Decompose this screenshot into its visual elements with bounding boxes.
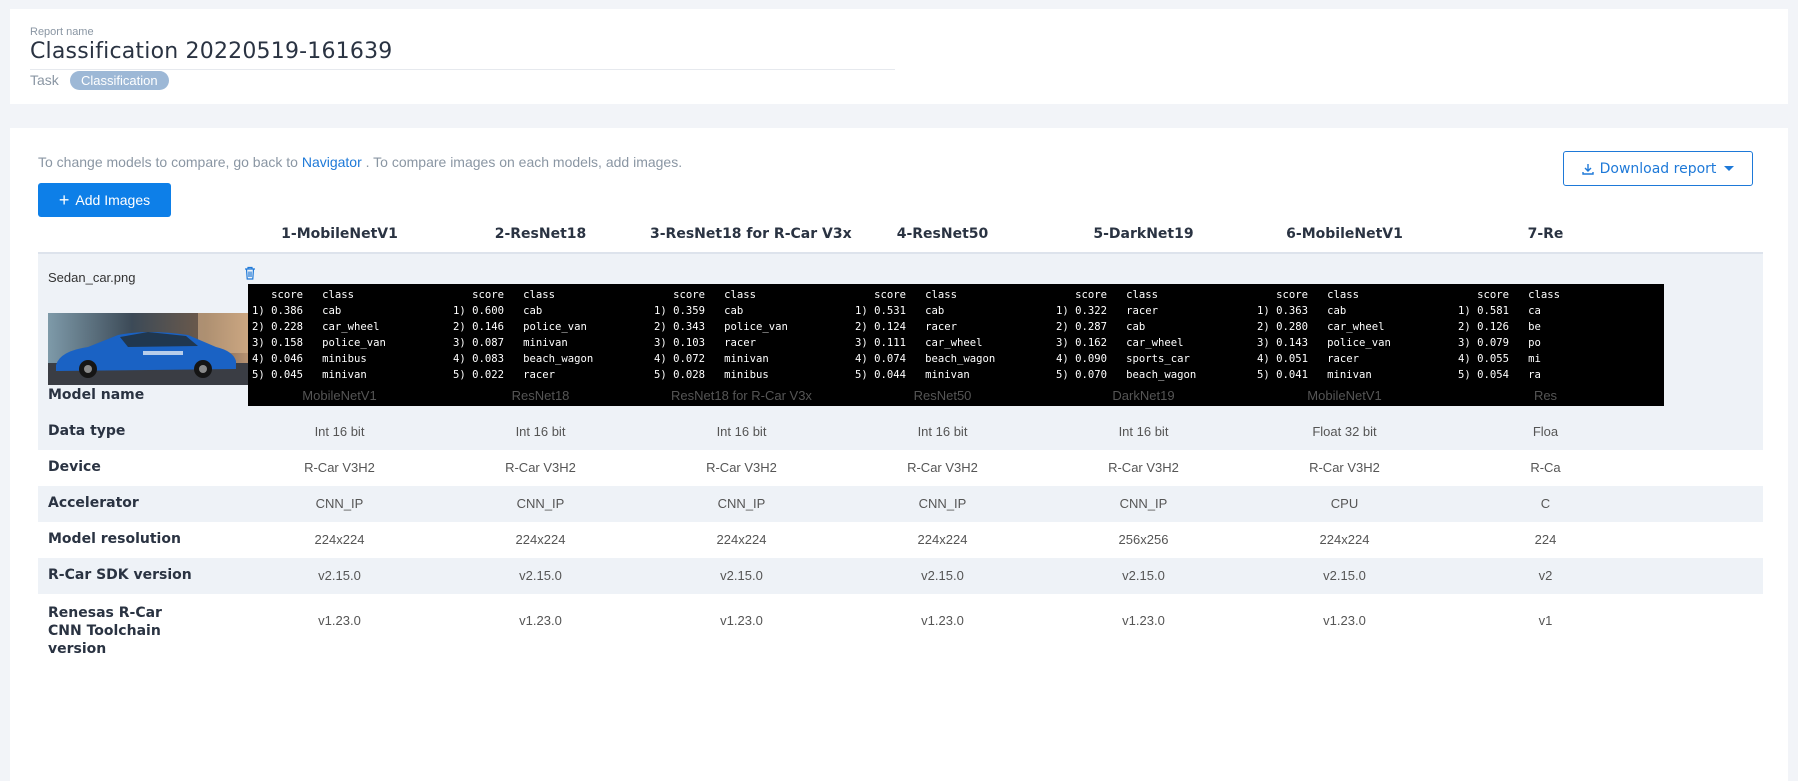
attribute-value: v2.15.0 xyxy=(1122,568,1165,583)
attribute-value: Res xyxy=(1533,388,1558,403)
attribute-value: Floa xyxy=(1532,424,1559,439)
attribute-label: Device xyxy=(48,459,101,475)
attribute-value: v2.15.0 xyxy=(921,568,964,583)
attribute-value: MobileNetV1 xyxy=(1307,388,1382,403)
attribute-label: Renesas R-Car CNN Toolchain version xyxy=(48,605,162,657)
add-images-button[interactable]: + Add Images xyxy=(38,183,171,217)
plus-icon: + xyxy=(58,190,70,210)
attribute-value: Int 16 bit xyxy=(515,424,566,439)
hint-text: To change models to compare, go back to … xyxy=(38,154,682,170)
attribute-value: 224x224 xyxy=(917,532,968,547)
attribute-label: R-Car SDK version xyxy=(48,567,192,583)
attribute-value: R-Car V3H2 xyxy=(1108,460,1179,475)
attribute-value: v1 xyxy=(1538,613,1553,628)
attribute-value: CNN_IP xyxy=(918,496,967,511)
attribute-value: Float 32 bit xyxy=(1312,424,1377,439)
column-header: 1-MobileNetV1 xyxy=(281,226,398,242)
task-badge: Classification xyxy=(70,71,169,90)
attribute-value: 256x256 xyxy=(1118,532,1169,547)
attribute-row: R-Car SDK version v2.15.0 v2.15.0 v2.15.0 v2… xyxy=(38,558,1763,594)
download-icon xyxy=(1581,163,1594,175)
column-header: 5-DarkNet19 xyxy=(1093,226,1194,242)
navigator-link[interactable]: Navigator xyxy=(302,154,362,170)
download-report-label: Download report xyxy=(1599,160,1717,177)
attribute-value: v1.23.0 xyxy=(318,613,361,628)
attribute-value: 224x224 xyxy=(1319,532,1370,547)
column-header: 4-ResNet50 xyxy=(896,226,989,242)
attribute-row: Renesas R-Car CNN Toolchain version v1.23… xyxy=(38,594,1763,657)
attribute-label: Data type xyxy=(48,423,126,439)
column-header: 6-MobileNetV1 xyxy=(1286,226,1403,242)
attribute-value: 224x224 xyxy=(515,532,566,547)
attribute-label: Model resolution xyxy=(48,531,181,547)
attribute-value: MobileNetV1 xyxy=(302,388,377,403)
attribute-row: Device R-Car V3H2 R-Car V3H2 R-Car V3H2 R-Ca… xyxy=(38,450,1763,486)
download-report-button[interactable]: Download report xyxy=(1563,151,1753,186)
attribute-value: v2.15.0 xyxy=(318,568,361,583)
attribute-value: 224 xyxy=(1534,532,1557,547)
comparison-table: Sedan_car.png score class 1) 0.386 cab 2… xyxy=(38,216,1763,781)
attribute-value: Int 16 bit xyxy=(716,424,767,439)
attribute-label: Model name xyxy=(48,387,145,403)
attribute-value: ResNet18 for R-Car V3x xyxy=(671,388,812,403)
car-thumbnail-image xyxy=(48,313,258,385)
column-header: 7-Re xyxy=(1527,226,1564,242)
attribute-value: 224x224 xyxy=(314,532,365,547)
attribute-value: R-Car V3H2 xyxy=(304,460,375,475)
attribute-value: v2 xyxy=(1538,568,1553,583)
attribute-value: ResNet50 xyxy=(913,388,972,403)
attribute-row: Model resolution 224x224 224x224 224x224 224… xyxy=(38,522,1763,558)
attribute-value: CNN_IP xyxy=(1119,496,1168,511)
attribute-value: ResNet18 xyxy=(511,388,570,403)
attribute-row: Data type Int 16 bit Int 16 bit Int 16 bit I… xyxy=(38,414,1763,450)
report-name-label: Report name xyxy=(30,26,94,38)
hint-text-after: . To compare images on each models, add … xyxy=(361,154,683,170)
attribute-value: R-Car V3H2 xyxy=(907,460,978,475)
attribute-value: 224x224 xyxy=(716,532,767,547)
attribute-value: Int 16 bit xyxy=(1118,424,1169,439)
attribute-value: v1.23.0 xyxy=(519,613,562,628)
attribute-value: R-Car V3H2 xyxy=(505,460,576,475)
report-header: Report name Classification 20220519-1616… xyxy=(10,9,1788,104)
add-images-label: Add Images xyxy=(75,192,151,208)
attribute-value: v2.15.0 xyxy=(720,568,763,583)
trash-icon[interactable] xyxy=(244,266,256,280)
attribute-value: R-Ca xyxy=(1530,460,1561,475)
attribute-value: CPU xyxy=(1330,496,1359,511)
attribute-value: DarkNet19 xyxy=(1112,388,1175,403)
column-header: 3-ResNet18 for R-Car V3x xyxy=(650,226,852,242)
attribute-value: R-Car V3H2 xyxy=(706,460,777,475)
attribute-row: Accelerator CNN_IP CNN_IP CNN_IP CNN_IP CNN_I… xyxy=(38,486,1763,522)
attribute-value: Int 16 bit xyxy=(314,424,365,439)
attribute-value: CNN_IP xyxy=(717,496,766,511)
report-name[interactable]: Classification 20220519-161639 xyxy=(30,39,392,64)
attribute-value: CNN_IP xyxy=(516,496,565,511)
image-file-name: Sedan_car.png xyxy=(48,270,136,285)
attribute-value: R-Car V3H2 xyxy=(1309,460,1380,475)
comparison-panel: To change models to compare, go back to … xyxy=(10,128,1788,781)
attribute-value: CNN_IP xyxy=(315,496,364,511)
attribute-label: Accelerator xyxy=(48,495,139,511)
attribute-row: Model name MobileNetV1 ResNet18 ResNet18 fo… xyxy=(38,378,1763,414)
attribute-value: v2.15.0 xyxy=(1323,568,1366,583)
attribute-value: v1.23.0 xyxy=(1122,613,1165,628)
header-divider xyxy=(30,69,895,70)
column-header: 2-ResNet18 xyxy=(494,226,587,242)
attribute-value: v1.23.0 xyxy=(720,613,763,628)
hint-text-before: To change models to compare, go back to xyxy=(38,154,302,170)
task-label: Task xyxy=(30,72,59,88)
chevron-down-icon xyxy=(1724,166,1735,171)
attribute-value: v2.15.0 xyxy=(519,568,562,583)
attribute-value: C xyxy=(1540,496,1551,511)
attribute-value: v1.23.0 xyxy=(1323,613,1366,628)
attribute-value: Int 16 bit xyxy=(917,424,968,439)
attribute-value: v1.23.0 xyxy=(921,613,964,628)
